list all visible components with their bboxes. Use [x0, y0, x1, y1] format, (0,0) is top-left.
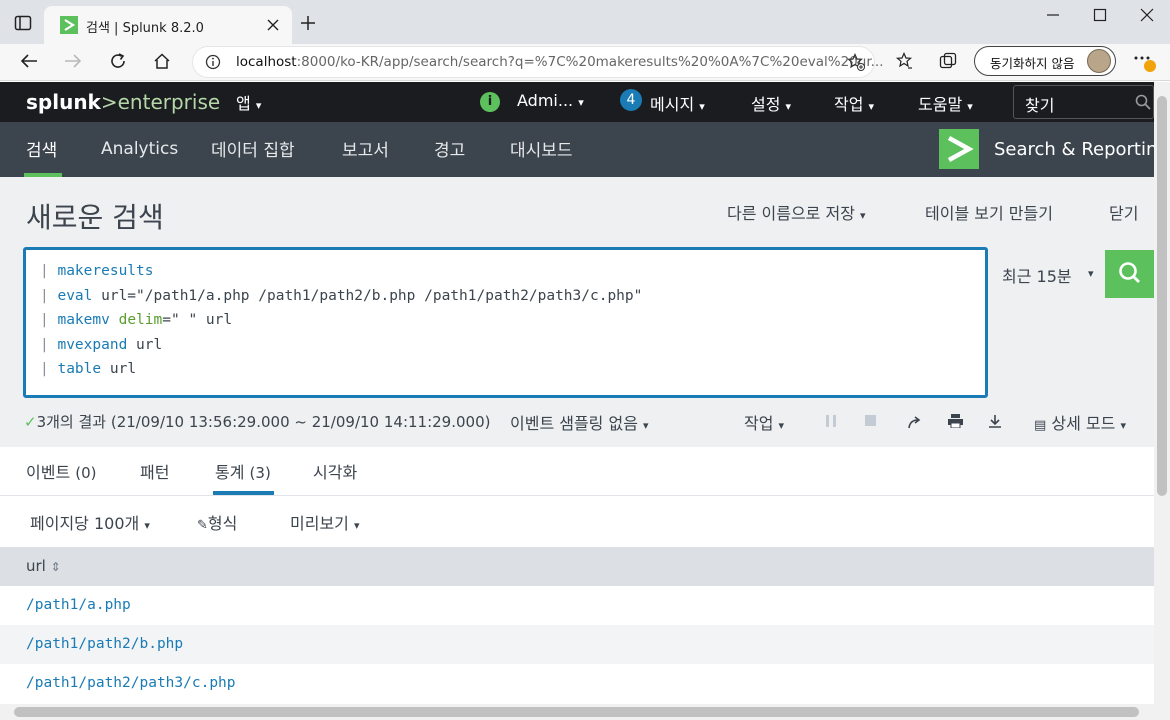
time-range-label: 최근 15분 — [1002, 267, 1072, 286]
sync-label: 동기화하지 않음 — [990, 56, 1075, 71]
table-header: url ⇕ — [0, 547, 1154, 586]
tab-reports[interactable]: 보고서 — [342, 136, 389, 161]
pause-icon[interactable] — [826, 415, 836, 427]
query-line: | makeresults — [40, 263, 154, 279]
scroll-thumb[interactable] — [14, 707, 1139, 717]
mode-icon: ▤ — [1034, 418, 1047, 433]
reload-icon[interactable] — [109, 52, 127, 70]
event-sampling-menu[interactable]: 이벤트 샘플링 없음 ▾ — [510, 410, 649, 434]
tab-patterns[interactable]: 패턴 — [140, 459, 169, 483]
url-cell[interactable]: /path1/path2/b.php — [26, 636, 183, 652]
share-icon[interactable] — [908, 415, 922, 429]
avatar — [1087, 49, 1111, 73]
query-line: | makemv delim=" " url — [40, 312, 233, 328]
notification-dot-icon — [1144, 60, 1156, 72]
url-cell[interactable]: /path1/a.php — [26, 597, 131, 613]
find-input[interactable]: 찾기 — [1013, 85, 1154, 119]
chevron-down-icon: ▾ — [1088, 267, 1094, 280]
table-row: /path1/path2/b.php — [0, 625, 1154, 664]
sort-icon: ⇕ — [50, 560, 61, 574]
settings-menu[interactable]: 설정 ▾ — [751, 91, 791, 115]
export-icon[interactable] — [988, 414, 1002, 428]
search-query-editor[interactable]: | makeresults | eval url="/path1/a.php /… — [23, 247, 988, 398]
tab-search[interactable]: 검색 — [26, 136, 57, 161]
maximize-icon[interactable] — [1093, 8, 1107, 22]
app-menu[interactable]: 앱 ▾ — [236, 90, 261, 114]
tab-events[interactable]: 이벤트 (0) — [26, 459, 97, 483]
close-tab-icon[interactable] — [266, 18, 280, 32]
search-app-icon — [939, 129, 979, 169]
user-menu[interactable]: Admi... ▾ — [517, 91, 584, 110]
job-menu[interactable]: 작업 ▾ — [744, 410, 784, 434]
forward-icon[interactable] — [64, 53, 82, 69]
save-as-button[interactable]: 다른 이름으로 저장 ▾ — [727, 200, 866, 224]
tab-title: 검색 | Splunk 8.2.0 — [86, 21, 204, 36]
table-options — [0, 495, 1154, 547]
app-title: Search & Reporting — [994, 139, 1169, 160]
collections-icon[interactable] — [939, 52, 957, 70]
query-line: | eval url="/path1/a.php /path1/path2/b.… — [40, 288, 643, 304]
tab-alerts[interactable]: 경고 — [434, 136, 465, 161]
tab-statistics[interactable]: 통계 (3) — [215, 459, 271, 483]
scroll-thumb[interactable] — [1157, 96, 1167, 496]
favorites-icon[interactable] — [895, 52, 913, 70]
url-cell[interactable]: /path1/path2/path3/c.php — [26, 675, 236, 691]
query-line: | mvexpand url — [40, 337, 163, 353]
tab-dashboards[interactable]: 대시보드 — [510, 136, 573, 161]
sync-button[interactable]: 동기화하지 않음 — [974, 46, 1116, 76]
address-bar[interactable]: localhost:8000/ko-KR/app/search/search?q… — [192, 46, 884, 78]
search-icon — [1135, 94, 1151, 110]
close-button[interactable]: 닫기 — [1109, 200, 1138, 224]
format-menu[interactable]: ✎형식 — [197, 510, 237, 534]
info-icon: i — [480, 92, 500, 112]
tab-datasets[interactable]: 데이터 집합 — [211, 136, 295, 161]
url-text: localhost:8000/ko-KR/app/search/search?q… — [236, 54, 884, 70]
tab-visualization[interactable]: 시각화 — [313, 459, 357, 483]
print-icon[interactable] — [948, 414, 963, 428]
search-submit-button[interactable] — [1105, 250, 1155, 298]
result-tabs — [0, 447, 1154, 495]
add-favorite-icon[interactable] — [847, 53, 865, 71]
activity-menu[interactable]: 작업 ▾ — [834, 91, 874, 115]
splunk-favicon-icon — [60, 16, 78, 34]
create-table-view-button[interactable]: 테이블 보기 만들기 — [925, 200, 1053, 224]
time-range-picker[interactable]: 최근 15분 ▾ — [988, 250, 1106, 298]
browser-tab[interactable]: 검색 | Splunk 8.2.0 — [44, 6, 292, 44]
preview-menu[interactable]: 미리보기 ▾ — [290, 510, 360, 534]
new-tab-icon[interactable] — [300, 15, 316, 31]
messages-badge: 4 — [620, 89, 642, 111]
page-title: 새로운 검색 — [26, 201, 164, 234]
find-label: 찾기 — [1025, 96, 1055, 115]
query-line: | table url — [40, 361, 137, 377]
result-status: ✓3개의 결과 (21/09/10 13:56:29.000 ~ 21/09/1… — [24, 413, 491, 431]
pencil-icon: ✎ — [197, 518, 208, 533]
vertical-scrollbar[interactable] — [1154, 82, 1170, 704]
home-icon[interactable] — [153, 52, 171, 70]
per-page-menu[interactable]: 페이지당 100개 ▾ — [30, 510, 150, 534]
tab-analytics[interactable]: Analytics — [101, 139, 178, 159]
back-icon[interactable] — [20, 53, 38, 69]
search-icon — [1119, 262, 1140, 283]
table-row: /path1/a.php — [0, 586, 1154, 625]
tab-actions-icon[interactable] — [14, 14, 32, 32]
splunk-logo[interactable]: splunk>enterprise — [26, 90, 220, 114]
window-close-icon[interactable] — [1140, 8, 1154, 22]
horizontal-scrollbar[interactable] — [0, 704, 1170, 720]
column-header-url[interactable]: url ⇕ — [26, 557, 61, 575]
stop-icon[interactable] — [865, 415, 877, 427]
messages-menu[interactable]: 메시지 ▾ — [650, 91, 705, 115]
check-icon: ✓ — [24, 413, 37, 431]
site-info-icon[interactable] — [205, 54, 221, 70]
minimize-icon[interactable] — [1046, 8, 1060, 22]
table-row: /path1/path2/path3/c.php — [0, 664, 1154, 704]
help-menu[interactable]: 도움말 ▾ — [918, 91, 973, 115]
search-mode-menu[interactable]: ▤ 상세 모드 ▾ — [1034, 410, 1126, 434]
